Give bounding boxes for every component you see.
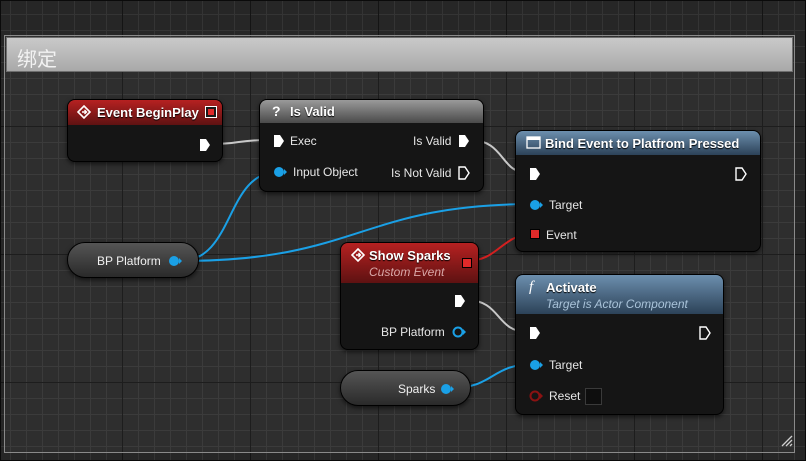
- activate-function-node[interactable]: f Activate Target is Actor Component Tar…: [515, 274, 724, 415]
- node-header[interactable]: Event BeginPlay: [68, 100, 222, 125]
- event-label: Event: [546, 228, 577, 242]
- is-not-valid-label: Is Not Valid: [391, 166, 452, 180]
- reset-checkbox[interactable]: [585, 388, 602, 405]
- exec-in-pin[interactable]: [529, 326, 541, 340]
- event-beginplay-node[interactable]: Event BeginPlay: [67, 99, 223, 162]
- exec-out-pin[interactable]: [199, 138, 211, 152]
- bind-event-node[interactable]: Bind Event to Platfrom Pressed Target Ev…: [515, 130, 761, 252]
- is-valid-exec-out-pin[interactable]: [458, 134, 470, 148]
- exec-in-pin[interactable]: [273, 134, 285, 148]
- bp-platform-output-pin[interactable]: [452, 326, 467, 338]
- blueprint-graph-canvas[interactable]: 绑定 Event BeginPlay ? Is Valid Exec Is Va…: [0, 0, 806, 461]
- sparks-variable-node[interactable]: Sparks: [340, 370, 471, 406]
- bp-platform-output-label: BP Platform: [381, 325, 445, 339]
- target-pin[interactable]: [529, 199, 544, 211]
- target-label: Target: [549, 358, 583, 372]
- resize-grip-icon[interactable]: [779, 433, 793, 447]
- window-icon: [526, 136, 541, 149]
- reset-label: Reset: [549, 389, 581, 403]
- output-delegate-pin[interactable]: [462, 258, 472, 268]
- svg-text:f: f: [529, 279, 535, 294]
- node-title: Bind Event to Platfrom Pressed: [545, 136, 740, 151]
- svg-text:?: ?: [272, 104, 281, 119]
- is-valid-label: Is Valid: [413, 134, 452, 148]
- diamond-arrow-icon: [77, 105, 91, 119]
- node-header[interactable]: Show Sparks Custom Event: [341, 243, 478, 283]
- node-title: Show Sparks: [369, 248, 451, 263]
- is-not-valid-exec-out-pin[interactable]: [458, 166, 470, 180]
- event-delegate-pin[interactable]: [530, 229, 540, 239]
- node-header[interactable]: Bind Event to Platfrom Pressed: [516, 131, 760, 155]
- function-f-icon: f: [529, 279, 535, 294]
- target-label: Target: [549, 198, 583, 212]
- node-header[interactable]: f Activate Target is Actor Component: [516, 275, 723, 314]
- exec-out-pin[interactable]: [699, 326, 711, 340]
- node-title: Is Valid: [290, 104, 335, 119]
- exec-out-pin[interactable]: [454, 294, 466, 308]
- node-header[interactable]: ? Is Valid: [260, 100, 483, 123]
- node-subtitle: Target is Actor Component: [546, 297, 688, 311]
- question-mark-icon: ?: [272, 104, 281, 119]
- bp-platform-variable-node[interactable]: BP Platform: [67, 242, 199, 278]
- show-sparks-event-node[interactable]: Show Sparks Custom Event BP Platform: [340, 242, 479, 350]
- variable-label: BP Platform: [97, 254, 161, 268]
- input-object-pin[interactable]: [273, 166, 288, 178]
- exec-in-pin[interactable]: [529, 167, 541, 181]
- input-object-label: Input Object: [293, 165, 358, 179]
- node-title: Activate: [546, 280, 597, 295]
- node-subtitle: Custom Event: [369, 265, 445, 279]
- exec-label: Exec: [290, 134, 317, 148]
- variable-output-pin[interactable]: [168, 255, 183, 267]
- is-valid-node[interactable]: ? Is Valid Exec Is Valid Input Object Is…: [259, 99, 484, 192]
- output-delegate-pin[interactable]: [205, 106, 217, 118]
- variable-output-pin[interactable]: [440, 383, 455, 395]
- exec-out-pin[interactable]: [735, 167, 747, 181]
- variable-label: Sparks: [398, 382, 436, 396]
- node-title: Event BeginPlay: [97, 105, 199, 120]
- reset-bool-pin[interactable]: [529, 390, 544, 402]
- diamond-arrow-icon: [351, 248, 365, 262]
- target-pin[interactable]: [529, 359, 544, 371]
